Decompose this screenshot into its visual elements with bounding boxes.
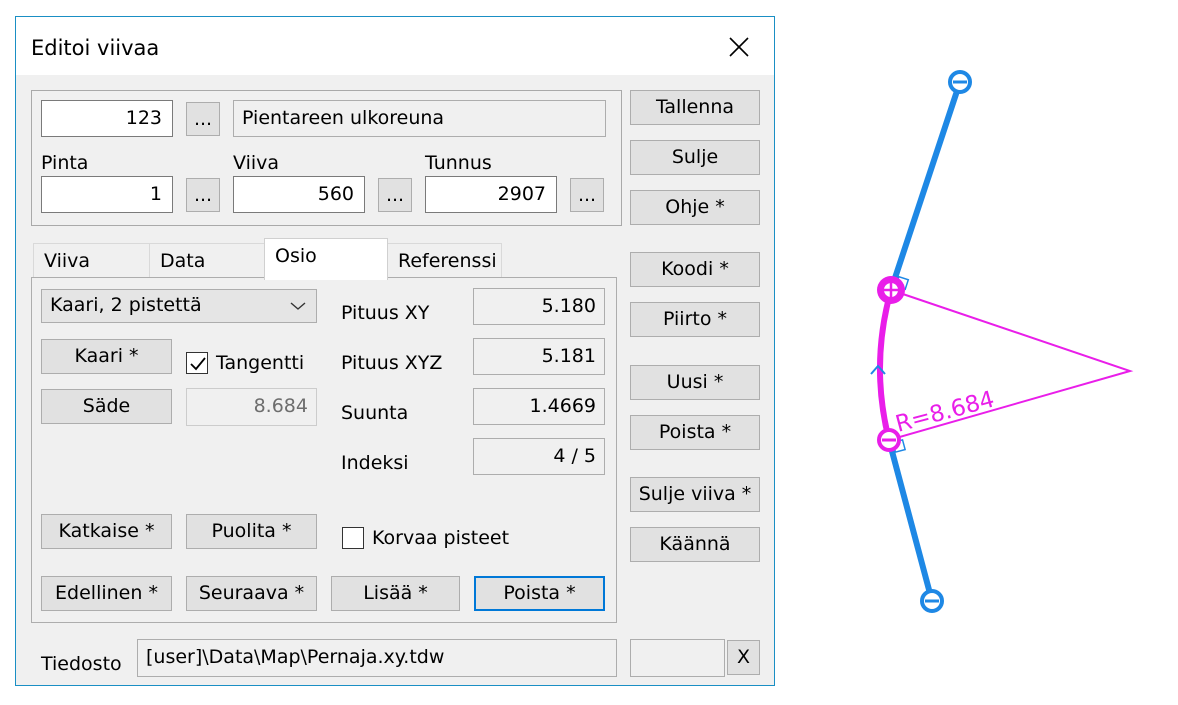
length-xyz-label: Pituus XYZ	[341, 352, 443, 374]
code-field[interactable]: 123	[41, 100, 173, 137]
file-path: [user]\Data\Map\Pernaja.xy.tdw	[137, 639, 617, 677]
tunnus-label: Tunnus	[425, 152, 492, 174]
length-xyz-value: 5.181	[473, 338, 605, 375]
clear-file-button[interactable]: X	[727, 640, 760, 675]
replace-points-checkbox[interactable]	[342, 527, 364, 549]
pinta-label: Pinta	[41, 152, 89, 174]
radius-button[interactable]: Säde	[41, 389, 172, 424]
new-button[interactable]: Uusi *	[630, 365, 760, 400]
close-icon	[729, 37, 749, 57]
vertex-end-bottom[interactable]	[920, 589, 944, 613]
add-button[interactable]: Lisää *	[331, 576, 460, 611]
file-extra-field	[630, 639, 725, 677]
tab-osio[interactable]: Osio	[264, 238, 388, 280]
close-button[interactable]: Sulje	[630, 140, 760, 175]
viiva-field[interactable]: 560	[233, 176, 365, 213]
index-value: 4 / 5	[473, 438, 605, 475]
vertex-end-top[interactable]	[948, 70, 972, 94]
code-browse-button[interactable]: ...	[186, 102, 220, 136]
delete-point-button[interactable]: Poista *	[474, 576, 605, 611]
draw-button[interactable]: Piirto *	[630, 302, 760, 337]
index-label: Indeksi	[341, 452, 409, 474]
arc-button[interactable]: Kaari *	[41, 339, 172, 374]
close-window-button[interactable]	[716, 27, 762, 67]
next-button[interactable]: Seuraava *	[186, 576, 317, 611]
reverse-button[interactable]: Käännä	[630, 527, 760, 562]
radius-label: R=8.684	[893, 387, 997, 438]
arc-end-vertex[interactable]	[877, 428, 901, 452]
viiva-browse-button[interactable]: ...	[378, 178, 412, 212]
pinta-browse-button[interactable]: ...	[186, 178, 220, 212]
map-canvas: R=8.684	[870, 70, 1134, 613]
replace-points-label: Korvaa pisteet	[372, 527, 510, 549]
checkmark-icon	[190, 357, 206, 371]
line-segment-bottom	[886, 439, 935, 602]
direction-label: Suunta	[341, 402, 409, 424]
tab-viiva[interactable]: Viiva	[33, 243, 150, 279]
length-xy-value: 5.180	[473, 288, 605, 325]
close-line-button[interactable]: Sulje viiva *	[630, 477, 760, 512]
tunnus-browse-button[interactable]: ...	[570, 178, 604, 212]
tangent-checkbox[interactable]	[186, 352, 208, 374]
split-button[interactable]: Katkaise *	[41, 514, 172, 549]
previous-button[interactable]: Edellinen *	[41, 576, 172, 611]
dialog-title: Editoi viivaa	[31, 36, 160, 60]
direction-value: 1.4669	[473, 388, 605, 425]
tab-referenssi[interactable]: Referenssi	[387, 243, 502, 279]
edit-line-dialog: Editoi viivaa 123 ... Pientareen ulkoreu…	[15, 16, 775, 686]
tab-data[interactable]: Data	[149, 243, 265, 279]
radius-field: 8.684	[186, 388, 317, 426]
viiva-label: Viiva	[233, 152, 280, 174]
arc-mode-value: Kaari, 2 pistettä	[50, 294, 202, 316]
code-description: Pientareen ulkoreuna	[233, 100, 606, 137]
tangent-label: Tangentti	[216, 352, 305, 374]
help-button[interactable]: Ohje *	[630, 190, 760, 225]
length-xy-label: Pituus XY	[341, 302, 430, 324]
halve-button[interactable]: Puolita *	[186, 514, 317, 549]
line-segment-top	[888, 81, 963, 291]
arc-start-vertex[interactable]	[877, 276, 905, 304]
save-button[interactable]: Tallenna	[630, 90, 760, 125]
arc-mode-select[interactable]: Kaari, 2 pistettä	[41, 289, 317, 323]
code-button[interactable]: Koodi *	[630, 252, 760, 287]
arc-segment	[876, 289, 894, 441]
title-bar: Editoi viivaa	[16, 17, 774, 75]
delete-button[interactable]: Poista *	[630, 415, 760, 450]
tunnus-field[interactable]: 2907	[425, 176, 557, 213]
file-label: Tiedosto	[41, 653, 122, 675]
pinta-field[interactable]: 1	[41, 176, 173, 213]
chevron-down-icon	[290, 302, 306, 310]
